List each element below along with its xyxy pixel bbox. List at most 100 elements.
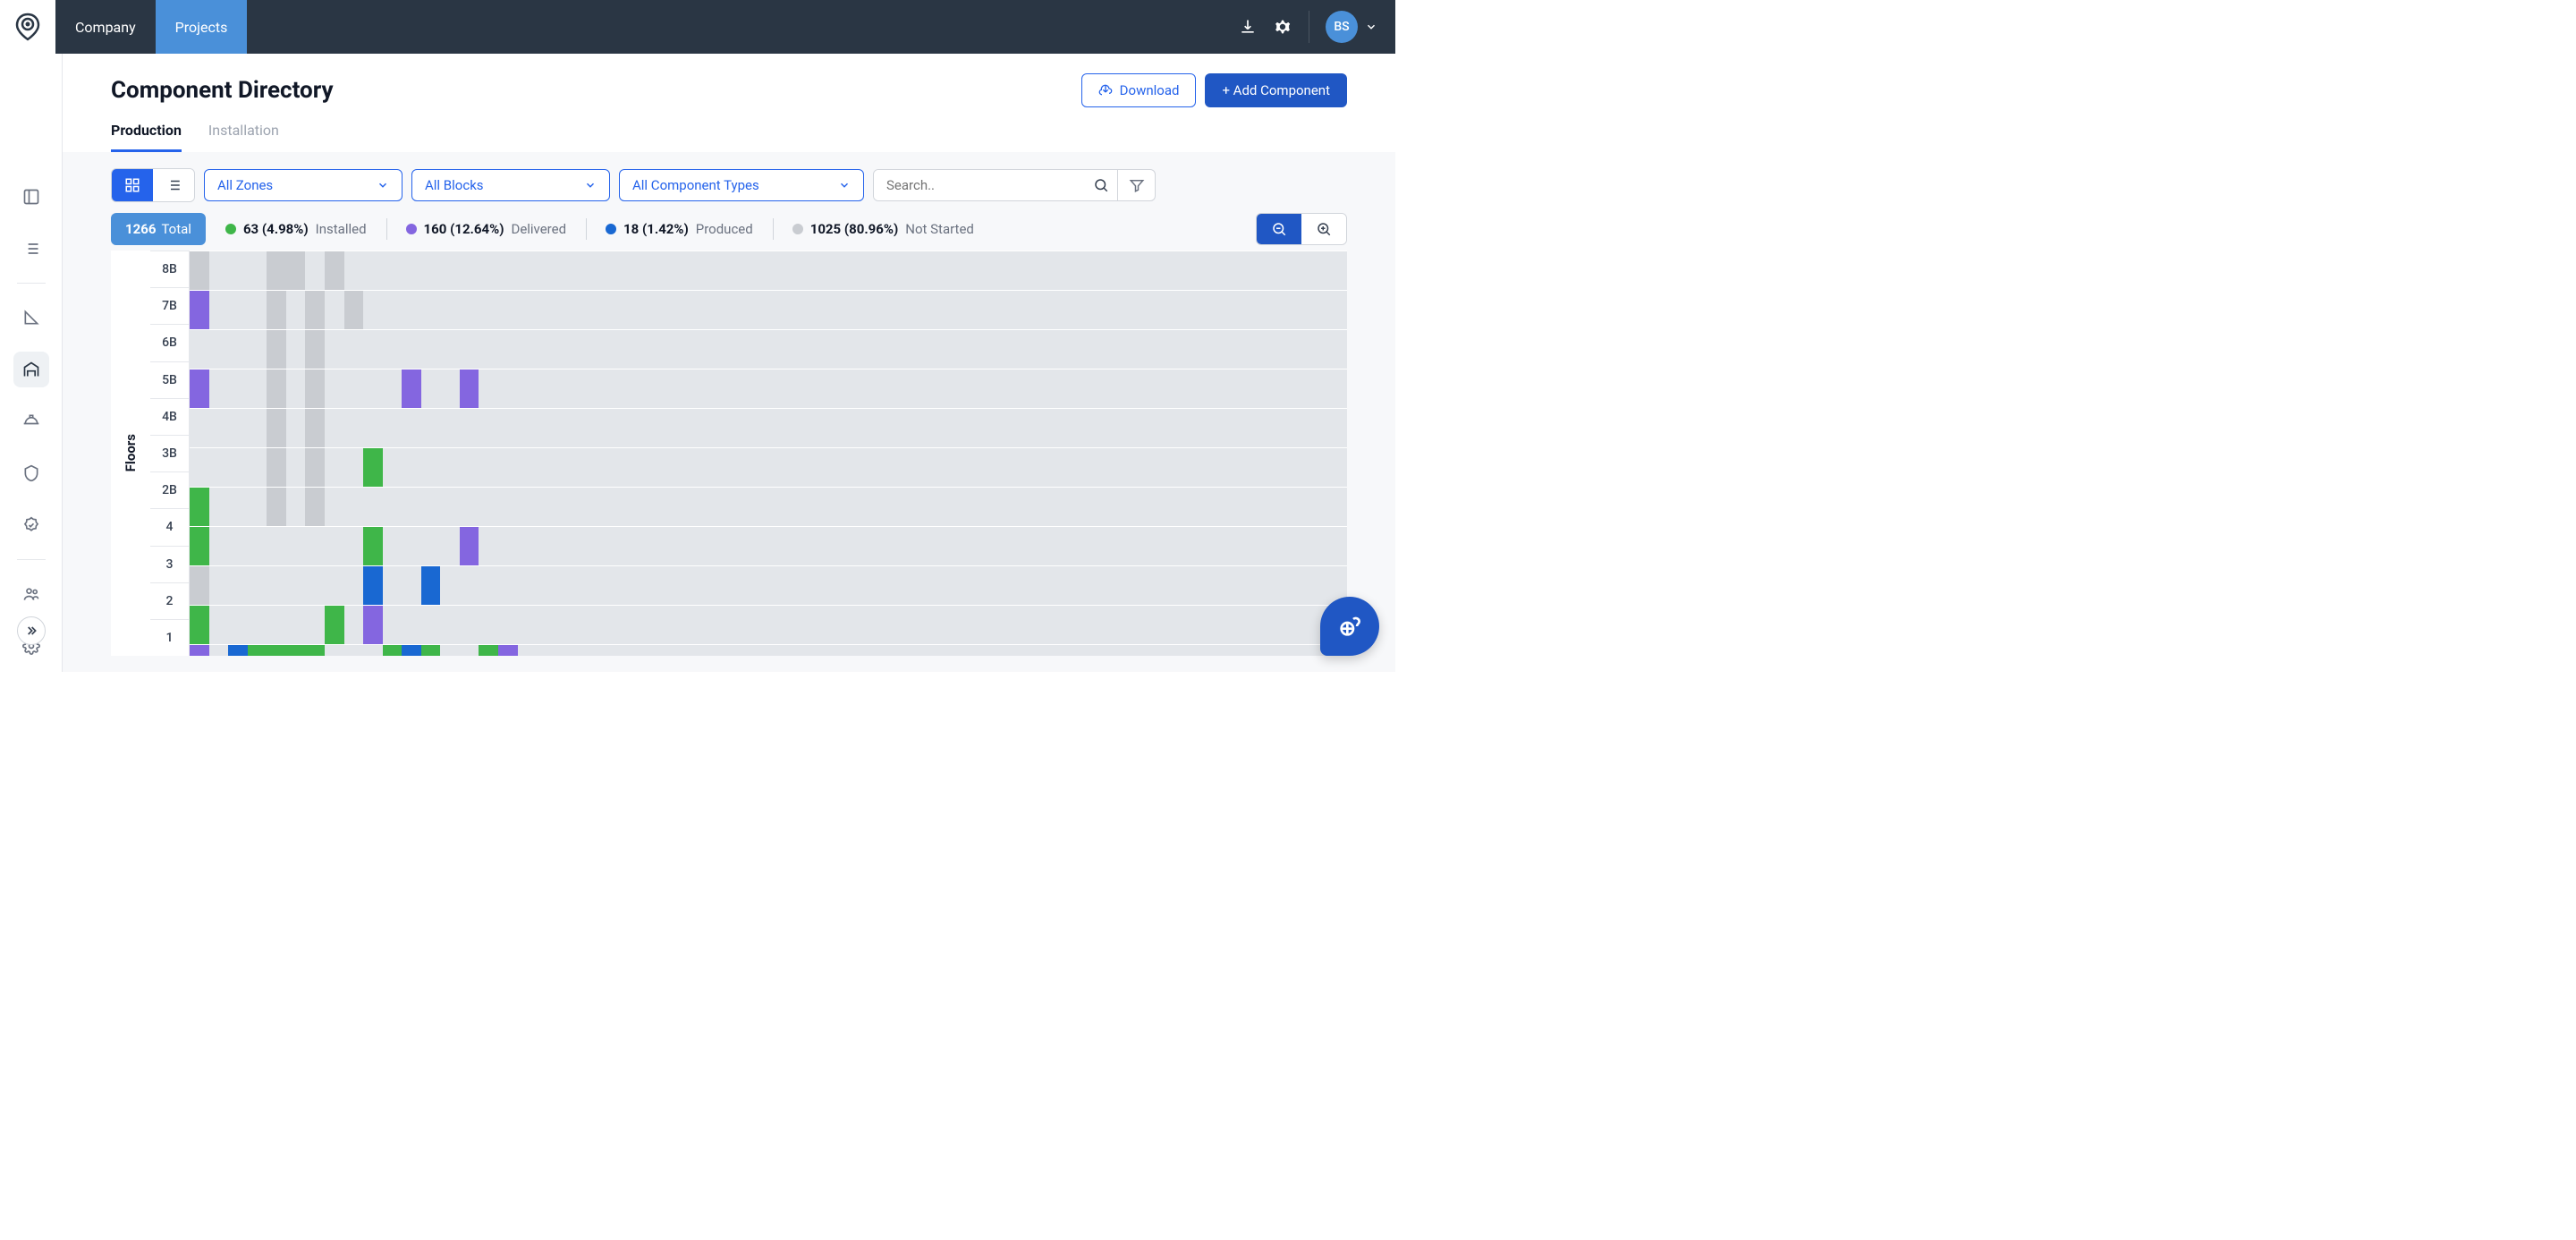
grid-cell[interactable] [1096, 291, 1115, 329]
grid-cell[interactable] [787, 330, 807, 369]
grid-cell[interactable] [556, 369, 576, 408]
grid-cell[interactable] [672, 527, 691, 565]
grid-cell[interactable] [903, 645, 923, 656]
grid-cell[interactable] [383, 448, 402, 487]
help-button[interactable] [1320, 597, 1379, 656]
grid-cell[interactable] [305, 488, 325, 526]
grid-cell[interactable] [730, 566, 750, 605]
grid-cell[interactable] [209, 488, 229, 526]
grid-cell[interactable] [633, 409, 653, 447]
grid-cell[interactable] [1289, 251, 1309, 290]
grid-cell[interactable] [768, 606, 788, 644]
grid-cell[interactable] [344, 251, 364, 290]
grid-cell[interactable] [1154, 488, 1174, 526]
grid-cell[interactable] [1057, 409, 1077, 447]
grid-cell[interactable] [1057, 566, 1077, 605]
grid-cell[interactable] [614, 409, 633, 447]
grid-cell[interactable] [1077, 566, 1097, 605]
grid-cell[interactable] [498, 448, 518, 487]
grid-cell[interactable] [228, 369, 248, 408]
grid-cell[interactable] [1057, 527, 1077, 565]
grid-cell[interactable] [1077, 251, 1097, 290]
grid-cell[interactable] [479, 566, 498, 605]
grid-cell[interactable] [595, 291, 614, 329]
grid-cell[interactable] [903, 251, 923, 290]
grid-cell[interactable] [1289, 369, 1309, 408]
grid-cell[interactable] [942, 527, 962, 565]
grid-cell[interactable] [286, 448, 306, 487]
grid-cell[interactable] [1270, 606, 1290, 644]
grid-cell[interactable] [248, 369, 267, 408]
grid-cell[interactable] [768, 251, 788, 290]
grid-cell[interactable] [1327, 369, 1347, 408]
grid-cell[interactable] [1154, 448, 1174, 487]
search-button[interactable] [1085, 170, 1117, 200]
grid-cell[interactable] [1038, 488, 1058, 526]
grid-cell[interactable] [537, 645, 556, 656]
grid-cell[interactable] [1115, 369, 1135, 408]
grid-cell[interactable] [267, 566, 286, 605]
grid-cell[interactable] [807, 488, 826, 526]
grid-cell[interactable] [942, 291, 962, 329]
grid-cell[interactable] [653, 606, 673, 644]
grid-cell[interactable] [1019, 566, 1038, 605]
grid-cell[interactable] [421, 330, 441, 369]
grid-cell[interactable] [730, 448, 750, 487]
grid-cell[interactable] [884, 330, 903, 369]
grid-cell[interactable] [884, 251, 903, 290]
grid-cell[interactable] [595, 488, 614, 526]
grid-cell[interactable] [537, 606, 556, 644]
grid-cell[interactable] [209, 291, 229, 329]
grid-cell[interactable] [922, 606, 942, 644]
grid-cell[interactable] [1309, 369, 1328, 408]
grid-cell[interactable] [903, 409, 923, 447]
grid-cell[interactable] [1096, 330, 1115, 369]
grid-cell[interactable] [518, 645, 538, 656]
grid-cell[interactable] [633, 527, 653, 565]
grid-cell[interactable] [922, 448, 942, 487]
grid-cell[interactable] [1115, 409, 1135, 447]
grid-cell[interactable] [826, 369, 846, 408]
grid-cell[interactable] [826, 409, 846, 447]
grid-cell[interactable] [768, 291, 788, 329]
grid-cell[interactable] [710, 488, 730, 526]
grid-cell[interactable] [248, 291, 267, 329]
grid-cell[interactable] [614, 566, 633, 605]
grid-cell[interactable] [710, 527, 730, 565]
grid-cell[interactable] [267, 645, 286, 656]
grid-cell[interactable] [1270, 645, 1290, 656]
grid-cell[interactable] [556, 488, 576, 526]
grid-cell[interactable] [460, 488, 479, 526]
grid-cell[interactable] [710, 330, 730, 369]
grid-cell[interactable] [325, 566, 344, 605]
grid-cell[interactable] [1192, 527, 1212, 565]
grid-cell[interactable] [710, 409, 730, 447]
grid-cell[interactable] [1096, 409, 1115, 447]
grid-cell[interactable] [537, 566, 556, 605]
grid-cell[interactable] [1077, 488, 1097, 526]
grid-cell[interactable] [845, 527, 865, 565]
grid-cell[interactable] [537, 251, 556, 290]
grid-cell[interactable] [1174, 369, 1193, 408]
grid-cell[interactable] [1038, 330, 1058, 369]
grid-cell[interactable] [537, 409, 556, 447]
grid-cell[interactable] [672, 291, 691, 329]
grid-cell[interactable] [248, 409, 267, 447]
grid-cell[interactable] [1270, 291, 1290, 329]
grid-cell[interactable] [440, 566, 460, 605]
grid-cell[interactable] [344, 448, 364, 487]
grid-cell[interactable] [1000, 369, 1020, 408]
grid-cell[interactable] [614, 251, 633, 290]
grid-cell[interactable] [614, 645, 633, 656]
grid-cell[interactable] [672, 330, 691, 369]
grid-cell[interactable] [1154, 409, 1174, 447]
grid-cell[interactable] [807, 409, 826, 447]
grid-cell[interactable] [1077, 291, 1097, 329]
grid-cell[interactable] [1270, 527, 1290, 565]
grid-cell[interactable] [653, 369, 673, 408]
grid-cell[interactable] [1174, 448, 1193, 487]
grid-cell[interactable] [980, 369, 1000, 408]
grid-cell[interactable] [845, 291, 865, 329]
grid-cell[interactable] [903, 291, 923, 329]
grid-cell[interactable] [1154, 606, 1174, 644]
